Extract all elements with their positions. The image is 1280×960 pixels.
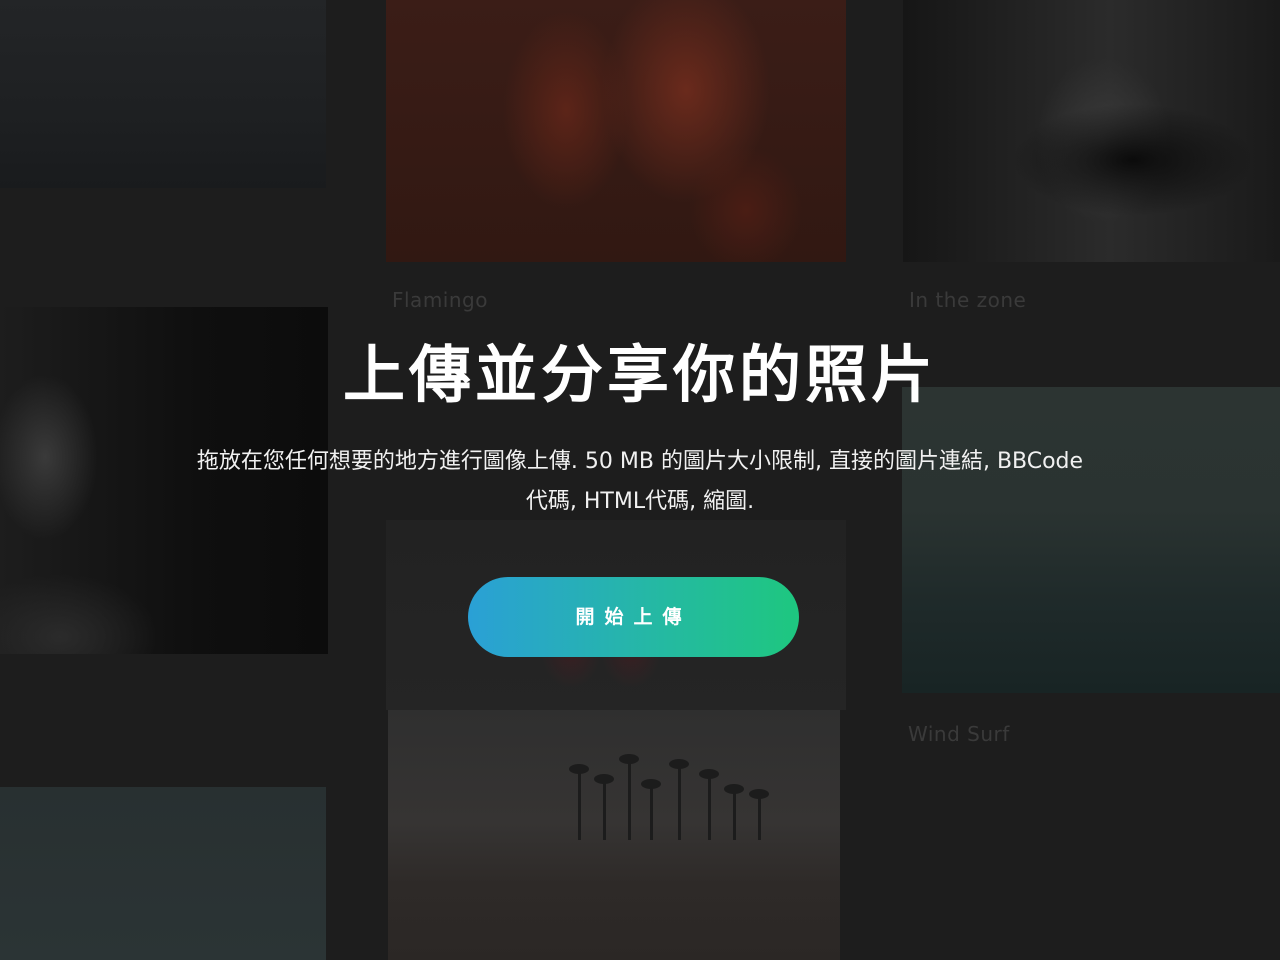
hero-section: 上傳並分享你的照片 拖放在您任何想要的地方進行圖像上傳. 50 MB 的圖片大小… — [0, 0, 1280, 960]
hero-title: 上傳並分享你的照片 — [342, 338, 937, 411]
hero-description: 拖放在您任何想要的地方進行圖像上傳. 50 MB 的圖片大小限制, 直接的圖片連… — [196, 449, 1084, 514]
page-stage: Flamingo In the zone Wind Surf 上傳並分享你的照片… — [0, 0, 1280, 960]
start-upload-button[interactable]: 開始上傳 — [468, 577, 799, 657]
